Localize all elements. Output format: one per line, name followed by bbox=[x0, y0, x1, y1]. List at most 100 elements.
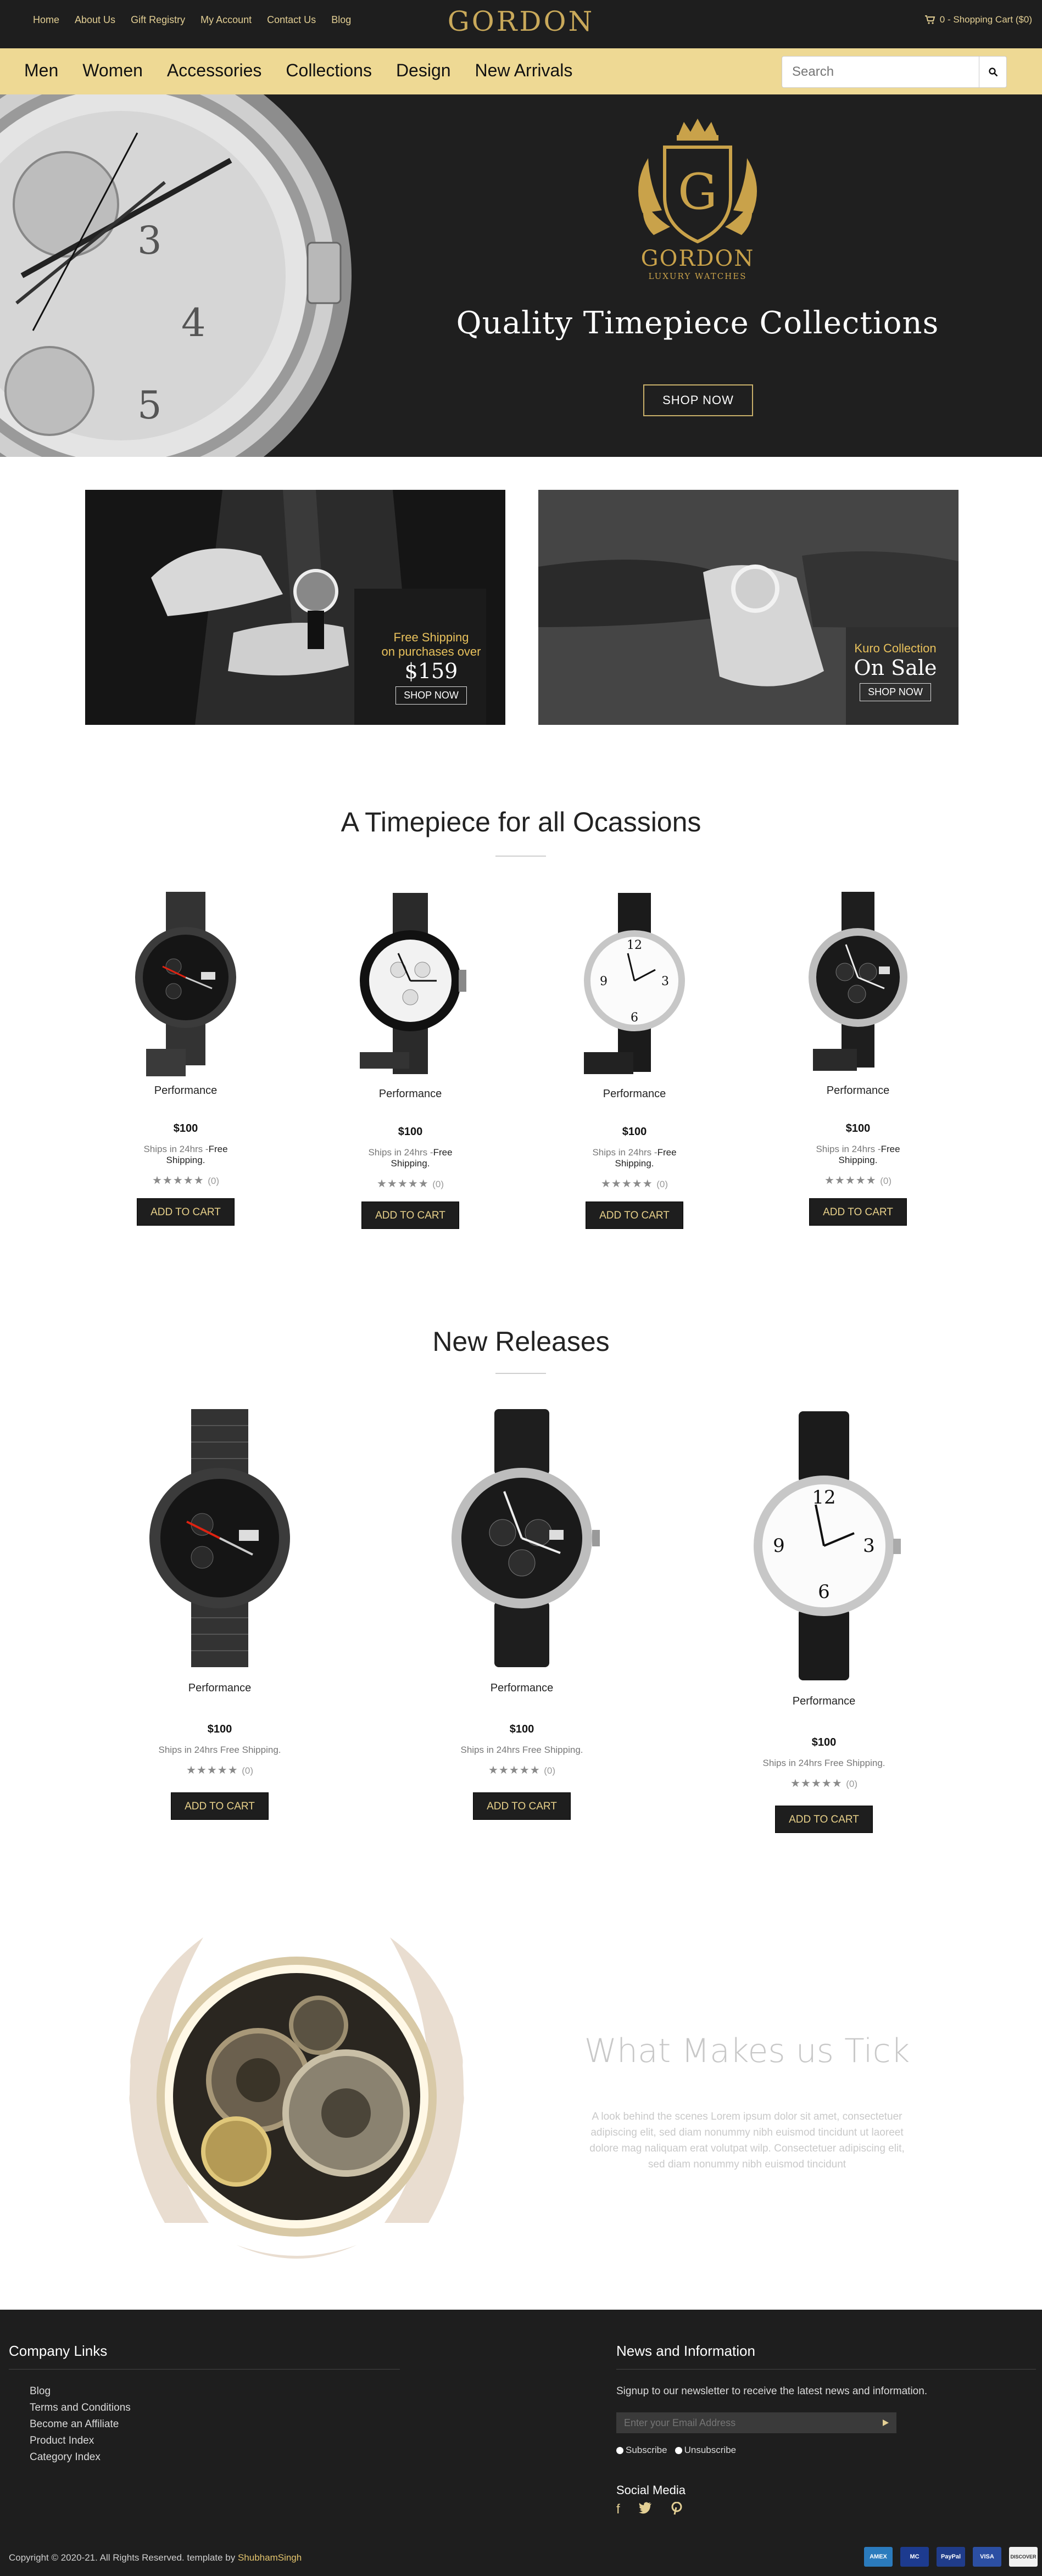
shipping-info: Ships in 24hrs -Free Shipping. bbox=[354, 1147, 466, 1169]
product-name[interactable]: Performance bbox=[130, 1085, 242, 1097]
add-to-cart-button[interactable]: ADD TO CART bbox=[586, 1202, 683, 1229]
newsletter-text: Signup to our newsletter to receive the … bbox=[616, 2385, 928, 2397]
rating-stars: ★★★★★ bbox=[601, 1178, 653, 1190]
promo-2-shop-now-button[interactable]: SHOP NOW bbox=[860, 683, 931, 701]
product-image-silver-classic-watch[interactable]: 12 9 3 6 bbox=[578, 887, 690, 1085]
nav-collections[interactable]: Collections bbox=[286, 60, 372, 81]
svg-text:9: 9 bbox=[600, 975, 608, 988]
product-image-black-chronograph-watch[interactable] bbox=[439, 1409, 604, 1667]
product-image-silver-classic-watch[interactable]: 12 9 3 6 bbox=[742, 1411, 906, 1680]
cart-label: 0 - Shopping Cart ($0) bbox=[939, 14, 1032, 25]
occasions-title: A Timepiece for all Ocassions bbox=[341, 807, 701, 837]
twitter-icon[interactable] bbox=[638, 2502, 652, 2519]
product-rating: ★★★★★ (0) bbox=[137, 1763, 302, 1777]
newsletter-form bbox=[616, 2412, 896, 2433]
shipping-text: Ships in 24hrs - bbox=[368, 1147, 433, 1158]
product-price: $100 bbox=[845, 1122, 871, 1135]
svg-text:9: 9 bbox=[773, 1535, 785, 1557]
add-to-cart-button[interactable]: ADD TO CART bbox=[361, 1202, 459, 1229]
add-to-cart-button[interactable]: ADD TO CART bbox=[775, 1806, 873, 1833]
product-name[interactable]: Performance bbox=[802, 1085, 914, 1097]
product-image-metal-black-watch[interactable] bbox=[130, 884, 242, 1082]
shipping-info: Ships in 24hrs -Free Shipping. bbox=[578, 1147, 690, 1169]
nav-accessories[interactable]: Accessories bbox=[167, 60, 262, 81]
rating-count: (0) bbox=[880, 1176, 891, 1186]
rating-count: (0) bbox=[432, 1179, 444, 1189]
footer-link-affiliate[interactable]: Become an Affiliate bbox=[30, 2416, 131, 2433]
subscription-options: Subscribe Unsubscribe bbox=[616, 2445, 736, 2456]
search-input[interactable] bbox=[782, 57, 979, 87]
subscribe-radio[interactable]: Subscribe bbox=[616, 2445, 667, 2456]
hero-shop-now-button[interactable]: SHOP NOW bbox=[643, 384, 753, 416]
product-card: 12 9 3 6 Performance $100 Ships in 24hrs… bbox=[742, 1411, 906, 1833]
nav-men[interactable]: Men bbox=[24, 60, 58, 81]
site-logo[interactable]: GORDON bbox=[0, 5, 1042, 37]
product-card: Performance $100 Ships in 24hrs -Free Sh… bbox=[354, 887, 466, 1229]
rating-stars: ★★★★★ bbox=[152, 1175, 204, 1187]
nav-design[interactable]: Design bbox=[396, 60, 451, 81]
product-name[interactable]: Performance bbox=[578, 1088, 690, 1100]
add-to-cart-button[interactable]: ADD TO CART bbox=[809, 1198, 907, 1226]
add-to-cart-button[interactable]: ADD TO CART bbox=[171, 1792, 269, 1820]
add-to-cart-button[interactable]: ADD TO CART bbox=[473, 1792, 571, 1820]
product-rating: ★★★★★ (0) bbox=[354, 1177, 466, 1191]
svg-text:12: 12 bbox=[627, 938, 642, 952]
product-image-black-chronograph-watch[interactable] bbox=[802, 884, 914, 1082]
footer-divider-right bbox=[616, 2369, 1036, 2370]
nav-new-arrivals[interactable]: New Arrivals bbox=[475, 60, 573, 81]
product-price: $100 bbox=[811, 1736, 837, 1748]
product-name[interactable]: Performance bbox=[439, 1682, 604, 1695]
product-image-white-dial-watch[interactable] bbox=[354, 887, 466, 1085]
product-card: Performance $100 Ships in 24hrs Free Shi… bbox=[137, 1409, 302, 1820]
footer-link-terms[interactable]: Terms and Conditions bbox=[30, 2400, 131, 2416]
rating-count: (0) bbox=[242, 1765, 253, 1776]
add-to-cart-button[interactable]: ADD TO CART bbox=[137, 1198, 235, 1226]
svg-text:4: 4 bbox=[181, 300, 206, 345]
footer-link-blog[interactable]: Blog bbox=[30, 2383, 131, 2400]
product-name[interactable]: Performance bbox=[354, 1088, 466, 1100]
hero-headline: Quality Timepiece Collections bbox=[456, 305, 939, 341]
promo-1-line2: on purchases over bbox=[381, 645, 481, 658]
promo-2-text: Kuro Collection On Sale SHOP NOW bbox=[846, 641, 945, 701]
rating-stars: ★★★★★ bbox=[790, 1778, 843, 1790]
search-button[interactable] bbox=[979, 57, 1006, 87]
discover-icon: DISCOVER bbox=[1009, 2547, 1038, 2567]
promo-1-line1: Free Shipping bbox=[393, 630, 469, 644]
facebook-icon[interactable]: f bbox=[616, 2502, 620, 2519]
newsletter-email-input[interactable] bbox=[616, 2417, 874, 2429]
svg-text:3: 3 bbox=[863, 1535, 875, 1557]
product-card: Performance $100 Ships in 24hrs -Free Sh… bbox=[802, 884, 914, 1226]
promo-2-title: On Sale bbox=[854, 656, 937, 680]
rating-stars: ★★★★★ bbox=[377, 1178, 429, 1190]
footer-link-product-index[interactable]: Product Index bbox=[30, 2433, 131, 2449]
promo-kuro-sale: Kuro Collection On Sale SHOP NOW bbox=[538, 490, 959, 725]
newsletter-submit-button[interactable] bbox=[874, 2418, 896, 2427]
product-name[interactable]: Performance bbox=[137, 1682, 302, 1695]
footer-link-category-index[interactable]: Category Index bbox=[30, 2449, 131, 2466]
shipping-info: Ships in 24hrs Free Shipping. bbox=[158, 1745, 281, 1755]
paypal-icon: PayPal bbox=[937, 2547, 965, 2567]
unsubscribe-radio[interactable]: Unsubscribe bbox=[675, 2445, 736, 2456]
shipping-text: Ships in 24hrs - bbox=[816, 1144, 881, 1154]
product-name[interactable]: Performance bbox=[742, 1695, 906, 1708]
nav-women[interactable]: Women bbox=[82, 60, 143, 81]
product-price: $100 bbox=[207, 1723, 232, 1735]
rating-count: (0) bbox=[846, 1779, 857, 1789]
author-link[interactable]: ShubhamSingh bbox=[238, 2552, 302, 2563]
main-menu: Men Women Accessories Collections Design… bbox=[24, 60, 572, 81]
tick-text: A look behind the scenes Lorem ipsum dol… bbox=[589, 2111, 905, 2170]
product-image-metal-black-watch[interactable] bbox=[137, 1409, 302, 1667]
footer-company-links: Blog Terms and Conditions Become an Affi… bbox=[30, 2383, 131, 2466]
promo-1-shop-now-button[interactable]: SHOP NOW bbox=[395, 686, 467, 705]
svg-text:6: 6 bbox=[631, 1011, 638, 1025]
shipping-info: Ships in 24hrs Free Shipping. bbox=[762, 1758, 885, 1768]
top-bar: Home About Us Gift Registry My Account C… bbox=[0, 0, 1042, 48]
gears-laurel-image bbox=[129, 1937, 464, 2259]
pinterest-icon[interactable] bbox=[671, 2501, 683, 2519]
amex-icon: AMEX bbox=[864, 2547, 893, 2567]
releases-divider bbox=[495, 1373, 546, 1374]
footer-news-title: News and Information bbox=[616, 2343, 755, 2359]
shopping-cart-link[interactable]: 0 - Shopping Cart ($0) bbox=[924, 14, 1032, 25]
subscribe-label: Subscribe bbox=[626, 2445, 667, 2455]
emblem-brand: GORDON bbox=[641, 246, 755, 271]
